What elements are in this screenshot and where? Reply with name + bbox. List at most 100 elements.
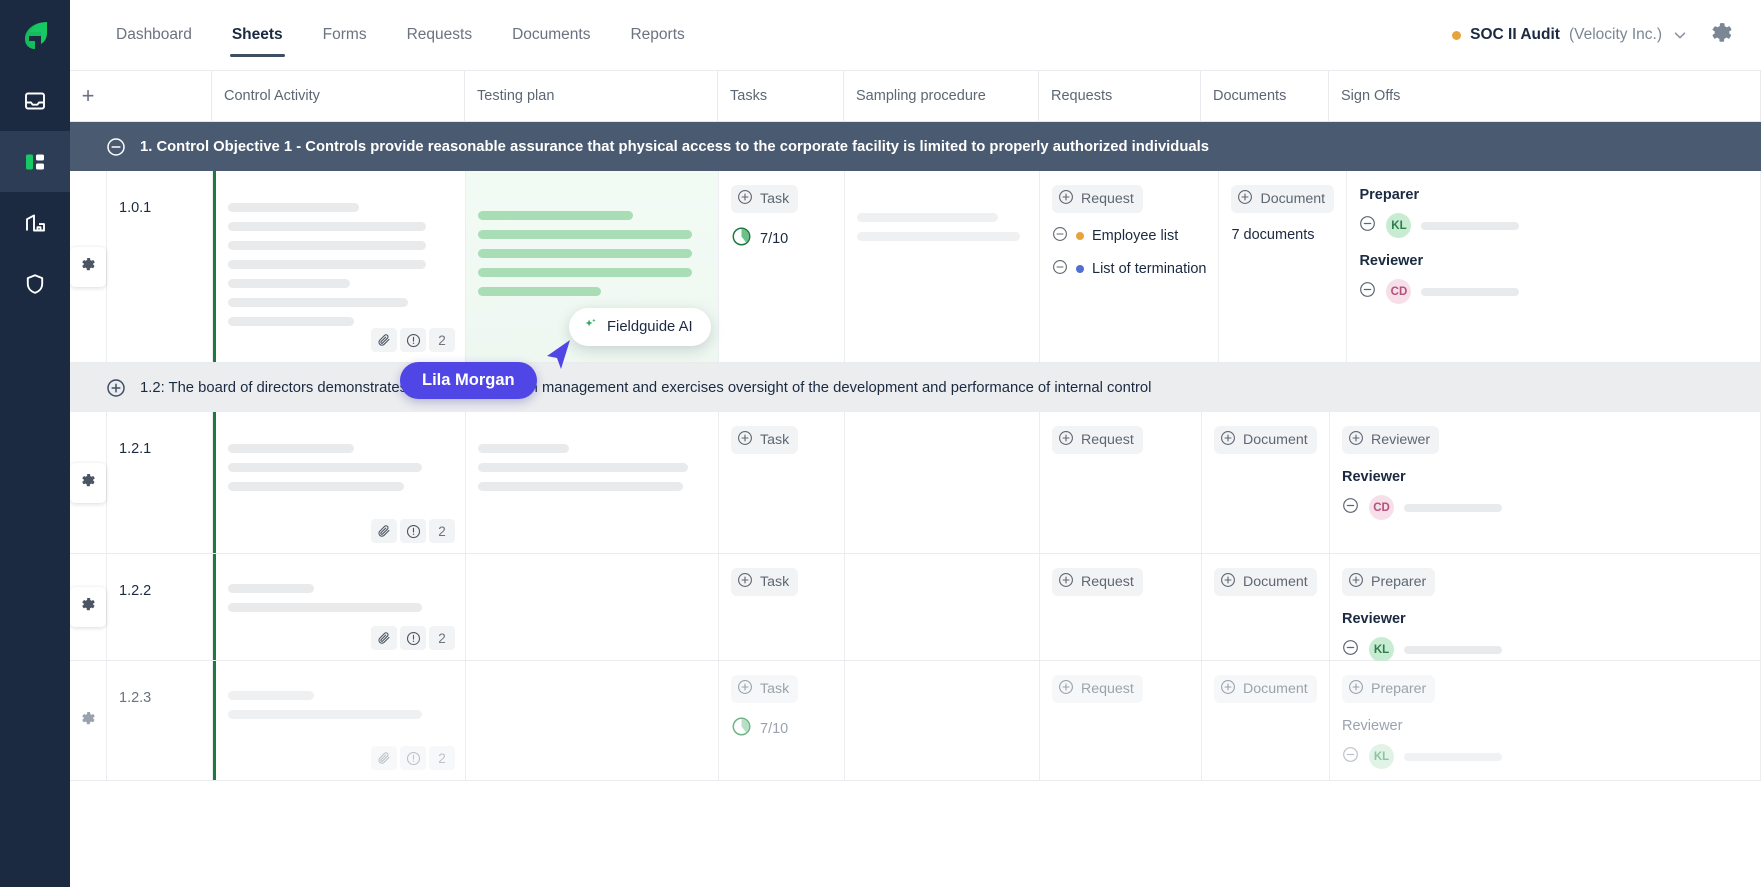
cell-sign-offs[interactable]: Preparer KL Reviewer CD xyxy=(1347,171,1761,362)
avatar[interactable]: KL xyxy=(1369,744,1394,769)
cell-sign-offs[interactable]: Preparer Reviewer KL xyxy=(1330,661,1761,780)
cell-control-activity[interactable]: 2 xyxy=(213,171,466,362)
add-task-button[interactable]: Task xyxy=(731,675,799,703)
signoff-entry[interactable]: KL xyxy=(1342,744,1748,769)
minus-circle-icon[interactable] xyxy=(1342,497,1359,519)
avatar[interactable]: CD xyxy=(1369,495,1394,520)
add-request-button[interactable]: Request xyxy=(1052,426,1143,454)
row-settings-button[interactable] xyxy=(70,246,106,287)
settings-button[interactable] xyxy=(1703,14,1741,57)
signoff-entry[interactable]: KL xyxy=(1359,213,1748,238)
avatar[interactable]: CD xyxy=(1386,279,1412,304)
add-document-button[interactable]: Document xyxy=(1214,426,1317,454)
sidebar-item-engagements[interactable] xyxy=(0,192,70,253)
project-selector[interactable]: SOC II Audit (Velocity Inc.) xyxy=(1452,26,1689,44)
column-header-sampling-procedure[interactable]: Sampling procedure xyxy=(844,71,1039,121)
cell-control-activity[interactable]: 2 xyxy=(213,554,466,660)
column-header-tasks[interactable]: Tasks xyxy=(718,71,844,121)
column-header-control-activity[interactable]: Control Activity xyxy=(212,71,465,121)
add-reviewer-button[interactable]: Reviewer xyxy=(1342,426,1440,454)
sidebar-item-security[interactable] xyxy=(0,253,70,314)
table-row[interactable]: 1.2.1 2 Task Request Document Reviewer R… xyxy=(70,412,1761,554)
group-header-row[interactable]: 1.2: The board of directors demonstrates… xyxy=(70,363,1761,412)
cell-testing-plan[interactable] xyxy=(466,554,719,660)
signoff-entry[interactable]: CD xyxy=(1342,495,1748,520)
cell-tasks[interactable]: Task xyxy=(719,412,845,553)
row-settings-button[interactable] xyxy=(70,462,106,503)
comment-count[interactable]: 2 xyxy=(429,626,455,650)
cell-tasks[interactable]: Task 7/10 xyxy=(719,661,845,780)
fieldguide-ai-badge[interactable]: Fieldguide AI xyxy=(569,308,711,346)
cell-documents[interactable]: Document xyxy=(1202,412,1330,553)
minus-circle-icon[interactable] xyxy=(1342,639,1359,661)
add-column-button[interactable]: + xyxy=(70,71,106,121)
paperclip-icon[interactable] xyxy=(371,519,397,543)
add-preparer-button[interactable]: Preparer xyxy=(1342,675,1436,703)
exclamation-circle-icon[interactable] xyxy=(400,626,426,650)
column-header-number[interactable] xyxy=(106,71,212,121)
add-document-button[interactable]: Document xyxy=(1214,675,1317,703)
row-number-cell[interactable]: 1.0.1 xyxy=(107,171,213,362)
cell-tasks[interactable]: Task 7/10 xyxy=(719,171,845,362)
table-row[interactable]: 1.0.1 2 Task 7/10 Request Employee list … xyxy=(70,171,1761,363)
exclamation-circle-icon[interactable] xyxy=(400,746,426,770)
minus-circle-icon[interactable] xyxy=(1359,281,1376,303)
cell-sampling-procedure[interactable] xyxy=(845,554,1040,660)
cell-requests[interactable]: Request xyxy=(1040,412,1202,553)
table-row[interactable]: 1.2.2 2 Task Request Document Preparer R… xyxy=(70,554,1761,662)
tab-requests[interactable]: Requests xyxy=(387,0,492,70)
column-header-documents[interactable]: Documents xyxy=(1201,71,1329,121)
sidebar-item-sheets[interactable] xyxy=(0,131,70,192)
exclamation-circle-icon[interactable] xyxy=(400,328,426,352)
paperclip-icon[interactable] xyxy=(371,746,397,770)
cell-sign-offs[interactable]: Preparer Reviewer KL xyxy=(1330,554,1761,662)
sidebar-item-inbox[interactable] xyxy=(0,70,70,131)
cell-requests[interactable]: Request xyxy=(1040,661,1202,780)
paperclip-icon[interactable] xyxy=(371,626,397,650)
avatar[interactable]: KL xyxy=(1369,637,1394,662)
comment-count[interactable]: 2 xyxy=(429,328,455,352)
add-request-button[interactable]: Request xyxy=(1052,185,1143,213)
cell-documents[interactable]: Document 7 documents xyxy=(1219,171,1348,362)
cell-sampling-procedure[interactable] xyxy=(845,412,1040,553)
add-request-button[interactable]: Request xyxy=(1052,675,1143,703)
signoff-entry[interactable]: CD xyxy=(1359,279,1748,304)
minus-circle-icon[interactable] xyxy=(1342,746,1359,768)
add-document-button[interactable]: Document xyxy=(1231,185,1335,213)
tab-documents[interactable]: Documents xyxy=(492,0,610,70)
column-header-requests[interactable]: Requests xyxy=(1039,71,1201,121)
cell-sampling-procedure[interactable] xyxy=(845,171,1040,362)
add-task-button[interactable]: Task xyxy=(731,185,799,213)
column-header-sign-offs[interactable]: Sign Offs xyxy=(1329,71,1761,121)
table-row[interactable]: 1.2.3 2 Task 7/10 Request Document Prepa… xyxy=(70,661,1761,781)
sheet-grid-scroll[interactable]: + Control Activity Testing plan Tasks Sa… xyxy=(70,70,1761,887)
add-request-button[interactable]: Request xyxy=(1052,568,1143,596)
cell-testing-plan[interactable] xyxy=(466,412,719,553)
minus-circle-icon[interactable] xyxy=(106,137,126,157)
app-logo[interactable] xyxy=(0,0,70,70)
request-item[interactable]: Employee list xyxy=(1052,226,1206,246)
cell-sign-offs[interactable]: Reviewer Reviewer CD xyxy=(1330,412,1761,553)
row-settings-button[interactable] xyxy=(70,700,106,741)
tab-sheets[interactable]: Sheets xyxy=(212,0,303,70)
cell-testing-plan[interactable] xyxy=(466,661,719,780)
minus-circle-icon[interactable] xyxy=(1359,215,1376,237)
add-document-button[interactable]: Document xyxy=(1214,568,1317,596)
row-number-cell[interactable]: 1.2.1 xyxy=(107,412,213,553)
tab-dashboard[interactable]: Dashboard xyxy=(96,0,212,70)
cell-requests[interactable]: Request Employee list List of terminatio… xyxy=(1040,171,1220,362)
cell-control-activity[interactable]: 2 xyxy=(213,661,466,780)
comment-count[interactable]: 2 xyxy=(429,746,455,770)
cell-documents[interactable]: Document xyxy=(1202,554,1330,660)
cell-tasks[interactable]: Task xyxy=(719,554,845,660)
row-number-cell[interactable]: 1.2.3 xyxy=(107,661,213,780)
minus-circle-icon[interactable] xyxy=(1052,259,1068,279)
cell-requests[interactable]: Request xyxy=(1040,554,1202,660)
add-task-button[interactable]: Task xyxy=(731,568,799,596)
cell-documents[interactable]: Document xyxy=(1202,661,1330,780)
request-item[interactable]: List of termination xyxy=(1052,259,1206,279)
tab-forms[interactable]: Forms xyxy=(303,0,387,70)
group-header-row[interactable]: 1. Control Objective 1 - Controls provid… xyxy=(70,122,1761,171)
column-header-testing-plan[interactable]: Testing plan xyxy=(465,71,718,121)
tab-reports[interactable]: Reports xyxy=(610,0,704,70)
